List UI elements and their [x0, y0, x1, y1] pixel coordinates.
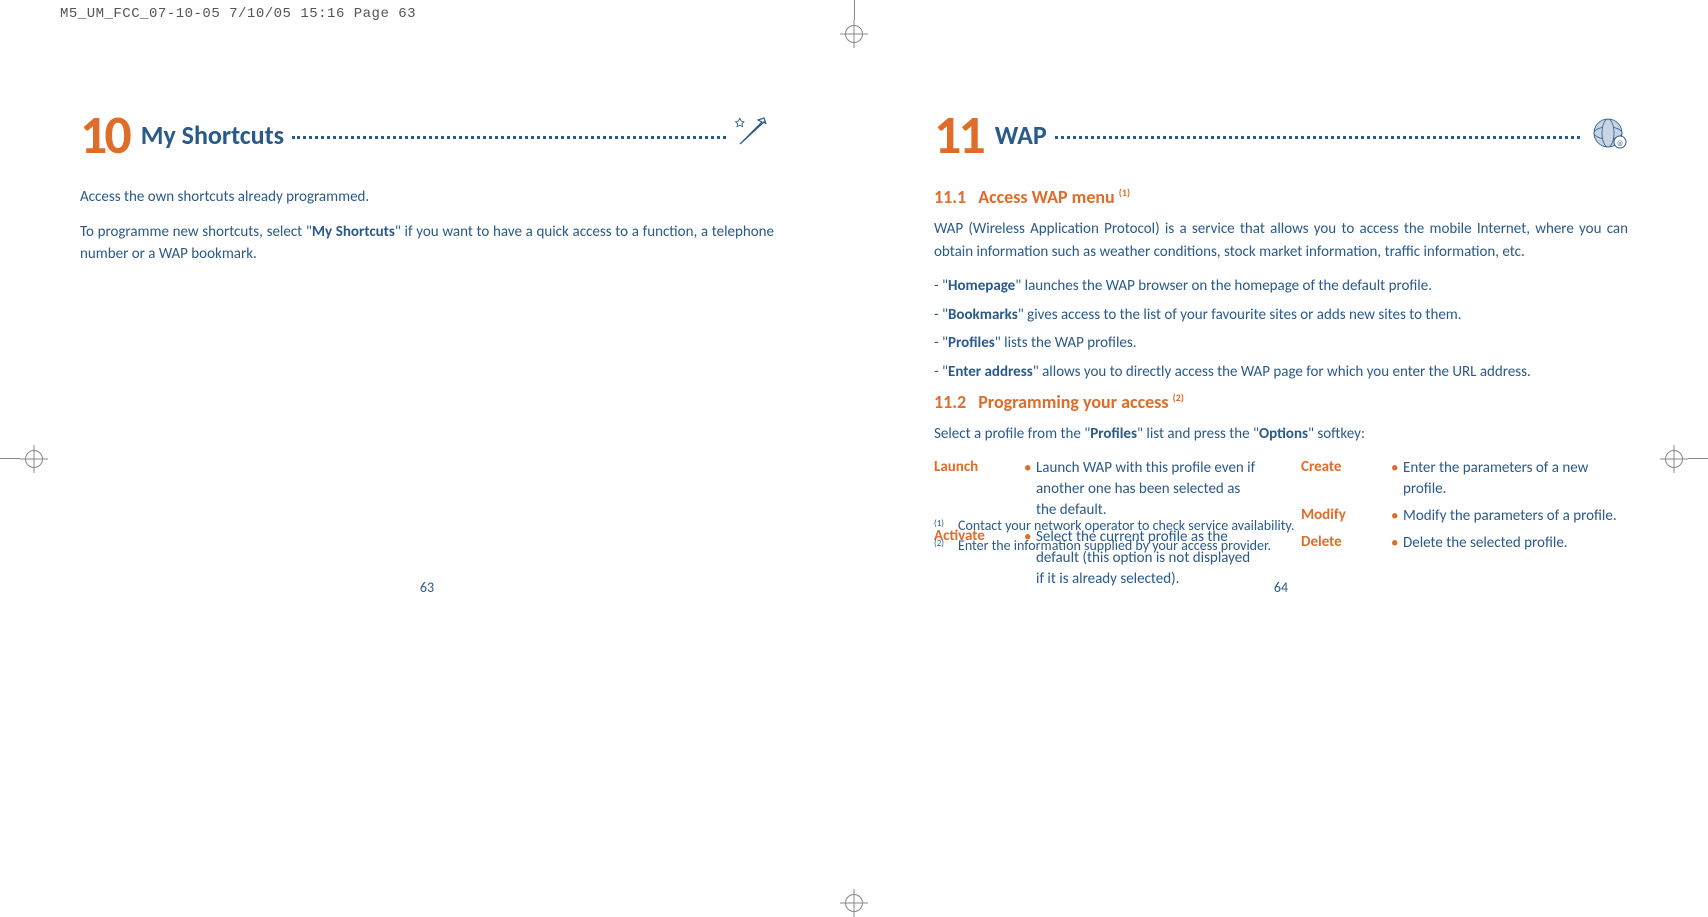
footnote-mark: (2) — [934, 536, 958, 556]
option-desc: Enter the parameters of a new profile. — [1391, 458, 1628, 500]
svg-text:@: @ — [1617, 138, 1623, 147]
text-part: - " — [934, 334, 948, 352]
left-page: 10 My Shortcuts Access the own shortcuts… — [0, 48, 854, 636]
right-page: 11 WAP @ 11.1 Access WAP menu (1) WAP (Wi… — [854, 48, 1708, 636]
bold-term: Homepage — [948, 277, 1015, 295]
globe-icon: @ — [1588, 116, 1628, 155]
footnote-2: (2) Enter the information supplied by yo… — [934, 536, 1628, 556]
section-heading-11-1: 11.1 Access WAP menu (1) — [934, 186, 1628, 208]
footnote-1: (1) Contact your network operator to che… — [934, 516, 1628, 536]
option-label: Create — [1301, 458, 1391, 500]
text-part: " launches the WAP browser on the homepa… — [1015, 277, 1432, 295]
text-part: " lists the WAP profiles. — [995, 334, 1137, 352]
text-part: " allows you to directly access the WAP … — [1033, 363, 1531, 381]
footnote-mark: (1) — [934, 516, 958, 536]
select-profile-text: Select a profile from the "Profiles" lis… — [934, 423, 1628, 446]
menu-item-homepage: - "Homepage" launches the WAP browser on… — [934, 275, 1628, 298]
menu-item-bookmarks: - "Bookmarks" gives access to the list o… — [934, 304, 1628, 327]
registration-mark-top — [840, 0, 868, 48]
text-part: " list and press the " — [1137, 425, 1259, 443]
text-part: " softkey: — [1308, 425, 1365, 443]
footnote-text: Contact your network operator to check s… — [958, 516, 1294, 536]
bold-term: Options — [1259, 425, 1308, 443]
leader-dots — [1055, 125, 1580, 139]
option-launch: Launch Launch WAP with this profile even… — [934, 458, 1261, 521]
page-spread: 10 My Shortcuts Access the own shortcuts… — [0, 28, 1708, 656]
page-number: 64 — [1274, 579, 1288, 596]
chapter-title: WAP — [995, 119, 1047, 151]
text-part: - " — [934, 277, 948, 295]
section-heading-11-2: 11.2 Programming your access (2) — [934, 391, 1628, 413]
footnote-ref: (1) — [1119, 186, 1130, 199]
chapter-number: 10 — [80, 108, 129, 162]
page-number: 63 — [420, 579, 434, 596]
instruction-text: To programme new shortcuts, select "My S… — [80, 221, 774, 266]
section-title: Programming your access — [978, 391, 1172, 413]
text-part: To programme new shortcuts, select " — [80, 223, 312, 241]
wap-description: WAP (Wireless Application Protocol) is a… — [934, 218, 1628, 263]
footnotes: (1) Contact your network operator to che… — [934, 516, 1628, 555]
bold-term: Profiles — [1090, 425, 1137, 443]
bold-term: Bookmarks — [948, 306, 1018, 324]
bold-term: Enter address — [948, 363, 1033, 381]
text-part: - " — [934, 363, 948, 381]
section-number: 11.1 — [934, 186, 966, 208]
intro-text: Access the own shortcuts already program… — [80, 186, 774, 209]
bold-term: Profiles — [948, 334, 995, 352]
leader-dots — [292, 125, 726, 139]
chapter-number: 11 — [934, 108, 983, 162]
bold-term: My Shortcuts — [312, 223, 395, 241]
text-part: " gives access to the list of your favou… — [1018, 306, 1462, 324]
option-create: Create Enter the parameters of a new pro… — [1301, 458, 1628, 500]
registration-mark-bottom — [840, 889, 868, 917]
chapter-heading: 11 WAP @ — [934, 108, 1628, 162]
text-part: Select a profile from the " — [934, 425, 1090, 443]
text-part: - " — [934, 306, 948, 324]
menu-item-profiles: - "Profiles" lists the WAP profiles. — [934, 332, 1628, 355]
option-desc: Launch WAP with this profile even if ano… — [1024, 458, 1261, 521]
footnote-text: Enter the information supplied by your a… — [958, 536, 1271, 556]
section-number: 11.2 — [934, 391, 966, 413]
menu-item-enter-address: - "Enter address" allows you to directly… — [934, 361, 1628, 384]
option-label: Launch — [934, 458, 1024, 521]
chapter-title: My Shortcuts — [141, 119, 284, 151]
section-title: Access WAP menu — [978, 186, 1119, 208]
shortcut-star-icon — [734, 116, 774, 155]
footnote-ref: (2) — [1173, 391, 1184, 404]
chapter-heading: 10 My Shortcuts — [80, 108, 774, 162]
